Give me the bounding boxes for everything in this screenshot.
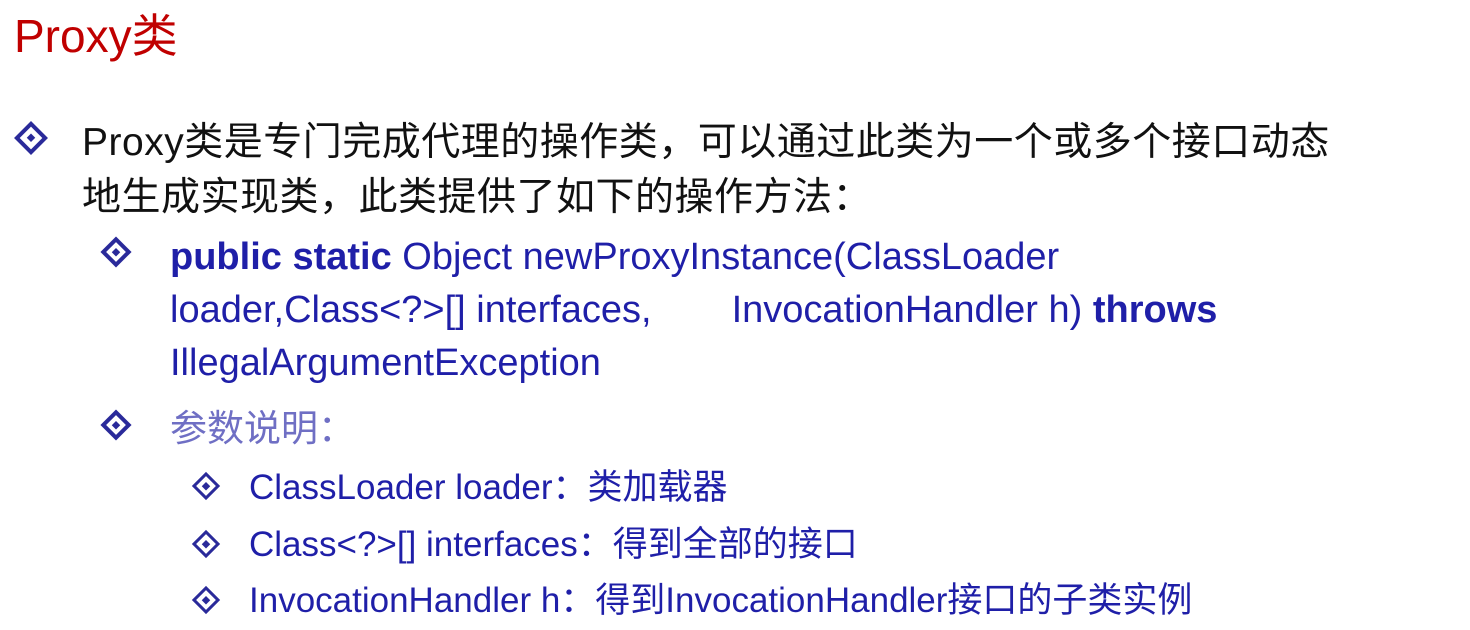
method-signature-line1: public static Object newProxyInstance(Cl…: [170, 238, 1059, 276]
param-item: ClassLoader loader：类加载器: [249, 468, 728, 507]
signature-text: InvocationHandler h): [731, 289, 1093, 331]
signature-text: Object newProxyInstance(ClassLoader: [391, 236, 1060, 278]
method-signature-line2: loader,Class<?>[] interfaces, InvocationH…: [170, 291, 1217, 329]
diamond-bullet-icon: [191, 529, 221, 559]
method-signature-line3: IllegalArgumentException: [170, 342, 601, 384]
bullet1-line2: 地生成实现类，此类提供了如下的操作方法：: [82, 176, 873, 219]
slide-title: Proxy类: [14, 10, 178, 62]
slide: Proxy类 Proxy类是专门完成代理的操作类，可以通过此类为一个或多个接口动…: [0, 0, 1470, 630]
keyword-public-static: public static: [170, 236, 392, 278]
param-item: InvocationHandler h：得到InvocationHandler接…: [249, 581, 1193, 620]
diamond-bullet-icon: [100, 409, 132, 441]
keyword-throws: throws: [1092, 289, 1218, 331]
diamond-bullet-icon: [14, 121, 48, 155]
bullet1-line1: Proxy类是专门完成代理的操作类，可以通过此类为一个或多个接口动态: [82, 121, 1330, 164]
diamond-bullet-icon: [100, 236, 132, 268]
param-item: Class<?>[] interfaces：得到全部的接口: [249, 525, 858, 564]
diamond-bullet-icon: [191, 471, 221, 501]
signature-text: loader,Class<?>[] interfaces,: [170, 289, 652, 331]
diamond-bullet-icon: [191, 585, 221, 615]
params-heading: 参数说明：: [170, 408, 355, 449]
